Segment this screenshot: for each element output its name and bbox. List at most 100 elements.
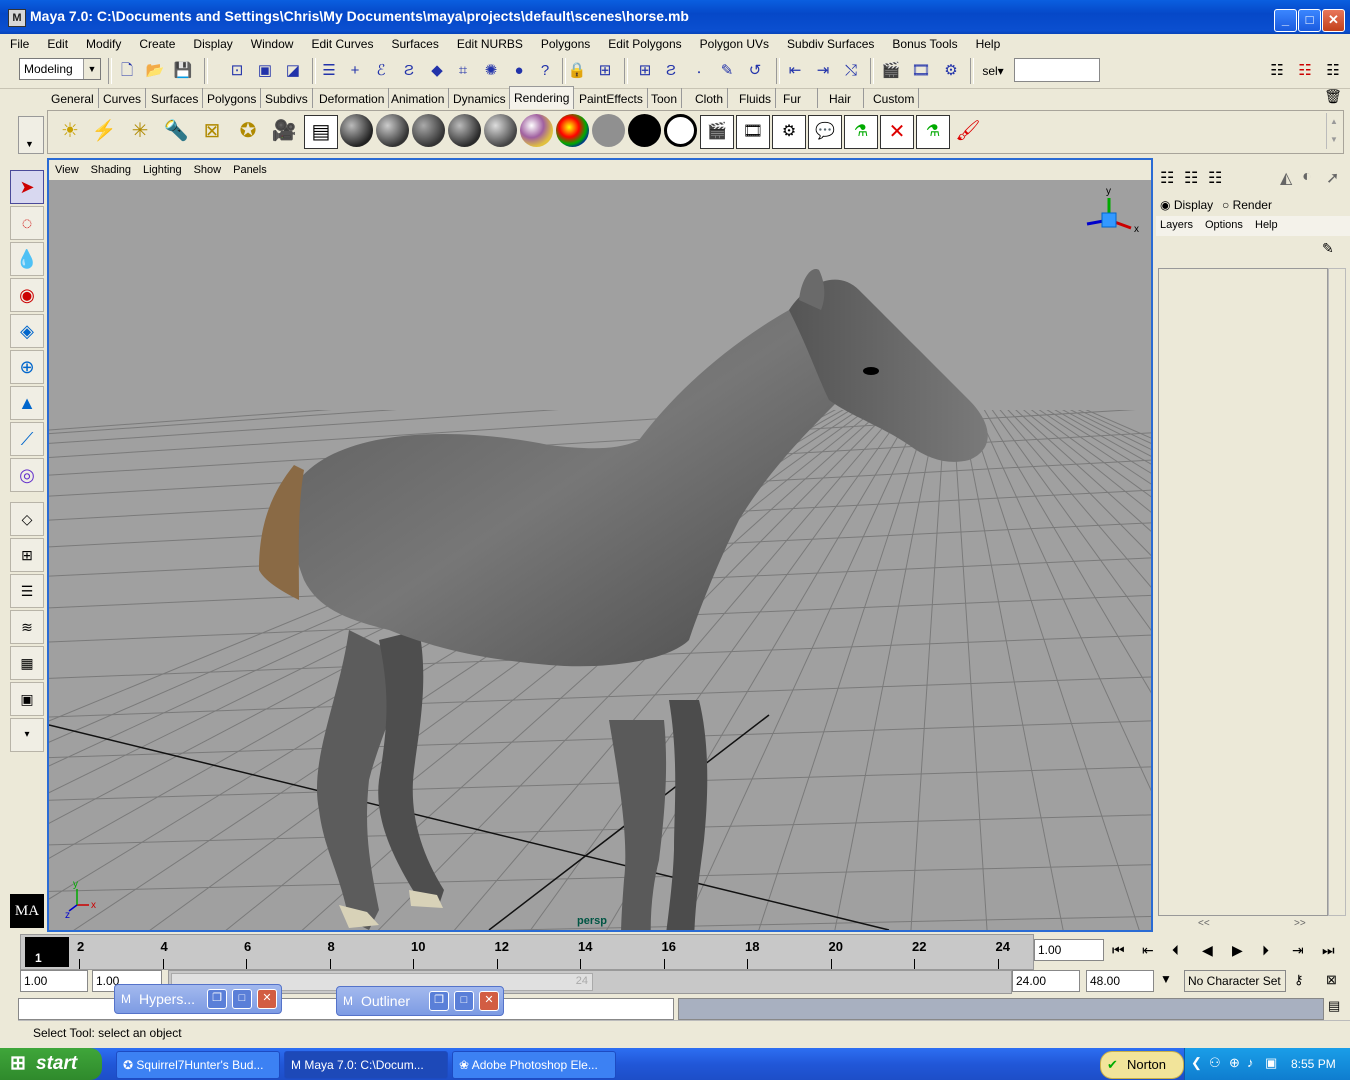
close-button[interactable]: ✕ xyxy=(1322,9,1345,32)
menu-polygons[interactable]: Polygons xyxy=(531,34,598,51)
snap-view-plane-icon[interactable]: ✎ xyxy=(716,60,738,82)
menu-edit-curves[interactable]: Edit Curves xyxy=(301,34,381,51)
lock-selection-icon[interactable]: 🔒 xyxy=(566,60,588,82)
single-perspective-layout-icon[interactable]: ◇ xyxy=(10,502,44,536)
ramp-shader-icon[interactable] xyxy=(556,114,589,147)
select-component-icon[interactable]: ◪ xyxy=(282,60,304,82)
animation-prefs-icon[interactable]: ⊠ xyxy=(1326,972,1337,988)
snap-grid-icon[interactable]: ⊞ xyxy=(634,60,656,82)
output-ops-icon[interactable]: ⇥ xyxy=(812,60,834,82)
manipulator-tool-icon[interactable]: ▲ xyxy=(10,386,44,420)
volume-light-icon[interactable]: ✪ xyxy=(232,115,264,147)
batch-render-icon[interactable]: ⚙ xyxy=(772,115,806,149)
taskbar-item-photoshop[interactable]: ❀ Adobe Photoshop Ele... xyxy=(452,1051,616,1079)
channel-box-icon[interactable]: ☷ xyxy=(1160,168,1174,188)
panel-scroll-bar[interactable]: << >> xyxy=(1158,918,1346,932)
lasso-tool-icon[interactable]: ◌ xyxy=(10,206,44,240)
menu-window[interactable]: Window xyxy=(241,34,302,51)
shelf-tab-curves[interactable]: Curves xyxy=(99,88,147,108)
shelf-tab-cloth[interactable]: Cloth xyxy=(691,88,729,108)
auto-key-icon[interactable]: ⚷ xyxy=(1294,972,1304,988)
layered-shader-icon[interactable] xyxy=(520,114,553,147)
restore-icon[interactable]: ❐ xyxy=(207,989,227,1009)
channel-box-toggle-icon[interactable]: ☷ xyxy=(1322,60,1344,82)
close-icon[interactable]: ✕ xyxy=(257,989,277,1009)
camera-icon[interactable]: 🎥 xyxy=(268,115,300,147)
link-light-icon[interactable]: ⚗ xyxy=(916,115,950,149)
mask-filter-icon[interactable]: ☰ xyxy=(318,60,340,82)
phong-sphere-icon[interactable] xyxy=(412,114,445,147)
menu-edit-polygons[interactable]: Edit Polygons xyxy=(598,34,689,51)
construction-history-icon[interactable]: ⤭ xyxy=(840,60,862,82)
panel-menu-view[interactable]: View xyxy=(49,160,85,176)
menu-surfaces[interactable]: Surfaces xyxy=(381,34,446,51)
select-surfaces-icon[interactable]: ◆ xyxy=(426,60,448,82)
maximize-button[interactable]: □ xyxy=(1298,9,1321,32)
soft-modification-icon[interactable]: ⟋ xyxy=(10,422,44,456)
attribute-editor-toggle-icon[interactable]: ☷ xyxy=(1266,60,1288,82)
ipr-render-icon[interactable]: 🎞 xyxy=(910,60,932,82)
scale-tool-icon[interactable]: ⊕ xyxy=(10,350,44,384)
shelf-tab-polygons[interactable]: Polygons xyxy=(203,88,262,108)
show-hidden-icons-icon[interactable]: ❮ xyxy=(1191,1055,1202,1071)
layer-list-scrollbar[interactable] xyxy=(1328,268,1346,916)
end-time-field[interactable]: 48.00 xyxy=(1086,970,1154,992)
shading-map-icon[interactable] xyxy=(592,114,625,147)
hypershade-minimized-window[interactable]: M Hypers... ❐ □ ✕ xyxy=(114,984,282,1014)
shelf-tab-fur[interactable]: Fur xyxy=(779,88,818,108)
menu-display[interactable]: Display xyxy=(183,34,240,51)
surface-shader-icon[interactable] xyxy=(628,114,661,147)
point-light-icon[interactable]: ✳ xyxy=(124,115,156,147)
trash-icon[interactable]: 🗑 xyxy=(1324,88,1342,106)
outliner-layout-icon[interactable]: ☰ xyxy=(10,574,44,608)
shelf-tab-custom[interactable]: Custom xyxy=(869,88,920,108)
shelf-tab-surfaces[interactable]: Surfaces xyxy=(147,88,204,108)
render-globals-icon[interactable]: ⚙ xyxy=(940,60,962,82)
go-to-end-icon[interactable]: ⏭ xyxy=(1322,942,1335,959)
menu-help[interactable]: Help xyxy=(966,34,1009,51)
minimize-button[interactable]: _ xyxy=(1274,9,1297,32)
volume-icon[interactable]: ♪ xyxy=(1247,1055,1254,1070)
select-curves-icon[interactable]: Ƨ xyxy=(398,60,420,82)
select-dynamics-icon[interactable]: ✺ xyxy=(480,60,502,82)
menu-set-selector[interactable]: Modeling ▼ xyxy=(19,58,101,80)
shelf-tab-hair[interactable]: Hair xyxy=(825,88,864,108)
shelf-tab-general[interactable]: General xyxy=(47,88,99,108)
hypershade-icon[interactable]: ▤ xyxy=(304,115,338,149)
menu-modify[interactable]: Modify xyxy=(76,34,129,51)
character-set-dropdown-icon[interactable]: ▼ xyxy=(1160,972,1172,986)
four-view-layout-icon[interactable]: ⊞ xyxy=(10,538,44,572)
menu-bonus-tools[interactable]: Bonus Tools xyxy=(882,34,965,51)
play-backward-icon[interactable]: ◀ xyxy=(1202,942,1213,959)
move-tool-icon[interactable]: ◉ xyxy=(10,278,44,312)
restore-icon[interactable]: ❐ xyxy=(429,991,449,1011)
assign-material-icon[interactable]: ⚗ xyxy=(844,115,878,149)
lambert-sphere-icon[interactable] xyxy=(340,114,373,147)
scene-canvas[interactable]: y x x y z persp xyxy=(49,160,1151,930)
step-back-key-icon[interactable]: ⇤ xyxy=(1142,942,1154,959)
character-set-field[interactable]: No Character Set xyxy=(1184,970,1286,992)
graph-layout-icon[interactable]: ≋ xyxy=(10,610,44,644)
pin-icon[interactable]: ➚ xyxy=(1326,168,1339,188)
shelf-menu-button[interactable]: ▼ xyxy=(18,116,44,154)
channel-layer-icon[interactable]: ☷ xyxy=(1184,168,1198,188)
panel-menu-lighting[interactable]: Lighting xyxy=(137,160,188,176)
display-radio[interactable]: ◉ Display xyxy=(1160,198,1213,212)
maya-app-icon[interactable]: M xyxy=(8,9,26,27)
show-manipulator-icon[interactable]: ◎ xyxy=(10,458,44,492)
shelf-tab-deformation[interactable]: Deformation xyxy=(315,88,390,108)
shelf-tab-toon[interactable]: Toon xyxy=(647,88,683,108)
select-deformers-icon[interactable]: ⌗ xyxy=(452,60,474,82)
taskbar-item-browser[interactable]: ✪ Squirrel7Hunter's Bud... xyxy=(116,1051,280,1079)
layer-list[interactable] xyxy=(1158,268,1328,916)
render-radio[interactable]: ○ Render xyxy=(1222,198,1272,212)
layout-menu-button[interactable]: ▾ xyxy=(10,718,44,752)
ambient-light-icon[interactable]: ☀ xyxy=(54,115,86,147)
script-editor-icon[interactable]: ▤ xyxy=(1328,998,1340,1014)
maximize-icon[interactable]: □ xyxy=(454,991,474,1011)
menu-subdiv-surfaces[interactable]: Subdiv Surfaces xyxy=(777,34,882,51)
select-object-icon[interactable]: ▣ xyxy=(254,60,276,82)
network-icon[interactable]: ⚇ xyxy=(1209,1055,1221,1071)
step-back-frame-icon[interactable]: ⏴ xyxy=(1172,942,1179,959)
select-joints-icon[interactable]: ℰ xyxy=(370,60,392,82)
